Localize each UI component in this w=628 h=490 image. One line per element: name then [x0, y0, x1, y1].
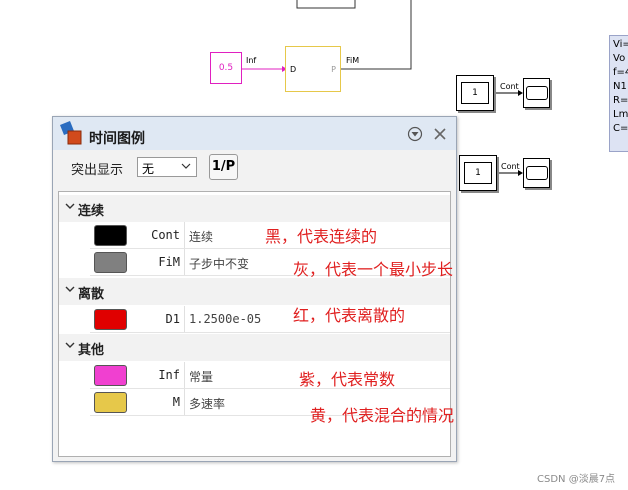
- const-1-bottom-value: 1: [475, 168, 481, 178]
- color-swatch: [94, 392, 127, 413]
- annotation-red: 红，代表离散的: [293, 306, 406, 325]
- param-line: C=: [613, 123, 628, 134]
- subsystem-block[interactable]: D P: [285, 46, 341, 92]
- rate-description: 子步中不变: [189, 257, 250, 271]
- chevron-down-icon[interactable]: [64, 339, 76, 354]
- param-line: Vi=: [613, 39, 628, 50]
- signal-label-fim: FiM: [346, 56, 360, 65]
- point-button-label: 1/P: [211, 159, 236, 174]
- constant-block[interactable]: 0.5: [210, 52, 242, 84]
- section-continuous[interactable]: 连续: [59, 195, 450, 222]
- const-inner-box: 1: [461, 82, 489, 104]
- port-d-label: D: [290, 65, 297, 74]
- port-p-label: P: [331, 65, 336, 74]
- dialog-titlebar[interactable]: 时间图例: [53, 117, 456, 150]
- section-label: 其他: [78, 343, 105, 358]
- constant-1-top[interactable]: 1: [456, 75, 494, 111]
- chevron-down-icon: [180, 160, 192, 175]
- const-inner-box: 1: [464, 162, 492, 184]
- divider: [184, 306, 185, 332]
- highlight-select-value: 无: [142, 162, 155, 176]
- param-line: N1: [613, 81, 627, 92]
- divider: [184, 362, 185, 388]
- dropdown-menu-icon[interactable]: [407, 126, 423, 142]
- color-swatch: [94, 365, 127, 386]
- section-label: 连续: [78, 204, 105, 219]
- annotation-black: 黑，代表连续的: [265, 227, 378, 246]
- const-1-top-value: 1: [472, 88, 478, 98]
- color-swatch: [94, 225, 127, 246]
- signal-label-inf: Inf: [246, 56, 257, 65]
- divider: [184, 222, 185, 248]
- rate-name: D1: [165, 312, 180, 326]
- constant-1-bottom[interactable]: 1: [459, 155, 497, 191]
- point-sample-time-button[interactable]: 1/P: [209, 154, 238, 180]
- chevron-down-icon[interactable]: [64, 200, 76, 215]
- matlab-app-icon: [60, 121, 82, 145]
- dialog-title: 时间图例: [89, 131, 145, 147]
- param-line: Vo: [613, 53, 626, 64]
- section-discrete[interactable]: 离散: [59, 278, 450, 305]
- parameter-panel: Vi= Vo f=4 N1 R= Lm C=: [609, 35, 628, 152]
- param-line: Lm: [613, 109, 628, 120]
- rate-name: Inf: [158, 368, 180, 382]
- section-other[interactable]: 其他: [59, 334, 450, 361]
- color-swatch: [94, 309, 127, 330]
- rate-name: Cont: [151, 228, 180, 242]
- divider: [184, 249, 185, 275]
- param-line: R=: [613, 95, 628, 106]
- rate-description: 连续: [189, 230, 214, 244]
- rate-description: 1.2500e-05: [189, 312, 262, 326]
- divider: [184, 389, 185, 415]
- constant-value: 0.5: [218, 63, 234, 73]
- scope-top[interactable]: [523, 78, 550, 108]
- rate-name: FiM: [158, 255, 180, 269]
- annotation-yellow: 黄，代表混合的情况: [310, 406, 455, 425]
- signal-label-cont-top: Cont: [500, 82, 519, 91]
- watermark: CSDN @淡晨7点: [537, 474, 616, 485]
- color-swatch: [94, 252, 127, 273]
- highlight-label: 突出显示: [71, 163, 124, 178]
- annotation-purple: 紫，代表常数: [299, 370, 396, 389]
- section-label: 离散: [78, 287, 105, 302]
- close-icon[interactable]: [432, 126, 448, 142]
- chevron-down-icon[interactable]: [64, 283, 76, 298]
- signal-label-cont-bottom: Cont: [501, 162, 520, 171]
- highlight-select[interactable]: 无: [137, 157, 197, 177]
- scope-screen-icon: [525, 166, 548, 180]
- rate-description: 多速率: [189, 397, 226, 411]
- rate-description: 常量: [189, 370, 214, 384]
- legend-row[interactable]: Inf 常量: [90, 362, 450, 389]
- param-line: f=4: [613, 67, 628, 78]
- scope-bottom[interactable]: [523, 158, 550, 188]
- scope-screen-icon: [525, 86, 548, 100]
- annotation-gray: 灰，代表一个最小步长: [293, 260, 454, 279]
- rate-name: M: [172, 395, 180, 409]
